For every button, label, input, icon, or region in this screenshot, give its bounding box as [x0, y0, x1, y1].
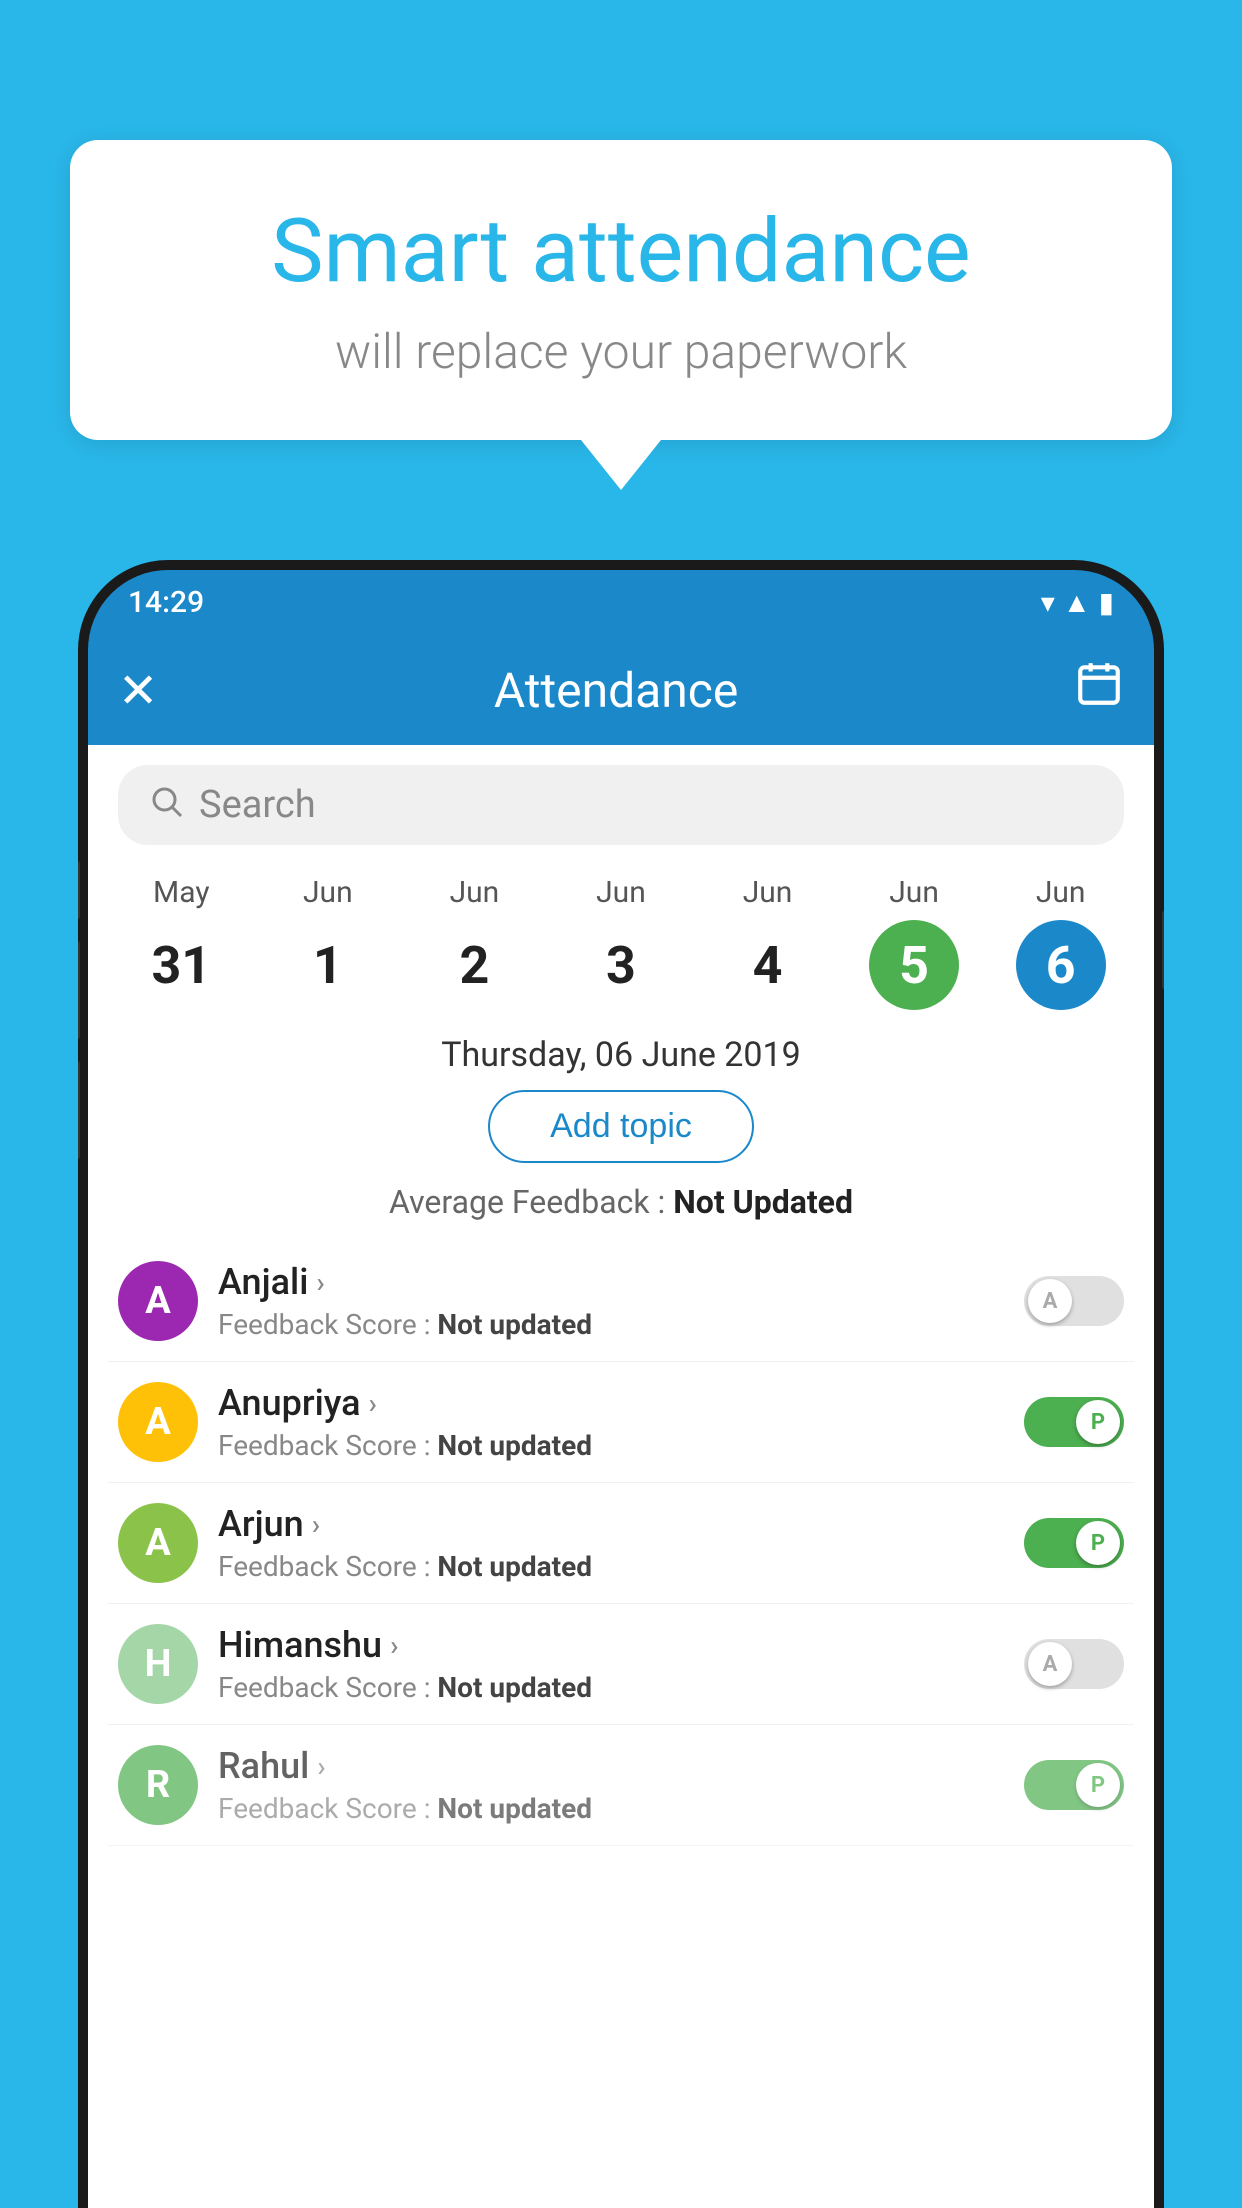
- calendar-icon[interactable]: [1074, 659, 1124, 721]
- student-name-text: Anupriya: [218, 1382, 361, 1424]
- calendar-day[interactable]: May31: [136, 875, 226, 1010]
- feedback-value: Not updated: [437, 1308, 592, 1341]
- student-info: Himanshu › Feedback Score : Not updated: [218, 1624, 1004, 1704]
- search-icon: [148, 783, 184, 828]
- add-topic-button[interactable]: Add topic: [488, 1090, 754, 1163]
- speech-bubble-subtitle: will replace your paperwork: [150, 323, 1092, 380]
- calendar-day[interactable]: Jun6: [1016, 875, 1106, 1010]
- battery-icon: ▮: [1099, 586, 1114, 619]
- speech-bubble-container: Smart attendance will replace your paper…: [70, 140, 1172, 490]
- feedback-label: Feedback Score :: [218, 1792, 437, 1825]
- chevron-icon: ›: [317, 1750, 325, 1783]
- search-bar[interactable]: Search: [118, 765, 1124, 845]
- student-name-text: Rahul: [218, 1745, 309, 1787]
- student-item: A Anjali › Feedback Score : Not updated A: [108, 1241, 1134, 1362]
- student-name-text: Arjun: [218, 1503, 304, 1545]
- student-info: Anjali › Feedback Score : Not updated: [218, 1261, 1004, 1341]
- student-item: A Anupriya › Feedback Score : Not updated P: [108, 1362, 1134, 1483]
- feedback-label: Feedback Score :: [218, 1671, 437, 1704]
- avg-feedback: Average Feedback : Not Updated: [88, 1183, 1154, 1221]
- chevron-icon: ›: [312, 1508, 320, 1541]
- feedback-value: Not updated: [437, 1550, 592, 1583]
- avatar: A: [118, 1382, 198, 1462]
- avatar: R: [118, 1745, 198, 1825]
- chevron-icon: ›: [369, 1387, 377, 1420]
- calendar-day[interactable]: Jun3: [576, 875, 666, 1010]
- search-placeholder: Search: [199, 783, 316, 827]
- app-bar-title: Attendance: [494, 662, 739, 719]
- status-time: 14:29: [128, 585, 204, 620]
- speech-bubble: Smart attendance will replace your paper…: [70, 140, 1172, 440]
- side-button-right: [1162, 910, 1164, 990]
- student-item: H Himanshu › Feedback Score : Not updated A: [108, 1604, 1134, 1725]
- student-name-text: Anjali: [218, 1261, 308, 1303]
- feedback-value: Not updated: [437, 1792, 592, 1825]
- phone-frame: 14:29 ▾ ▲ ▮ ✕ Attendance: [78, 560, 1164, 2208]
- calendar-day[interactable]: Jun2: [429, 875, 519, 1010]
- student-item: R Rahul › Feedback Score : Not updated P: [108, 1725, 1134, 1846]
- selected-date-label: Thursday, 06 June 2019: [88, 1010, 1154, 1090]
- chevron-icon: ›: [390, 1629, 398, 1662]
- side-button-left-2: [78, 940, 80, 1040]
- side-button-left-3: [78, 1060, 80, 1160]
- avatar: A: [118, 1503, 198, 1583]
- avg-feedback-value: Not Updated: [673, 1183, 853, 1221]
- attendance-toggle[interactable]: P: [1024, 1397, 1124, 1447]
- calendar-day[interactable]: Jun1: [283, 875, 373, 1010]
- feedback-label: Feedback Score :: [218, 1550, 437, 1583]
- speech-bubble-title: Smart attendance: [150, 200, 1092, 303]
- screen-content: Search May31 Jun1 Jun2 Jun3 Jun4 Jun5 Jun6 Thu…: [88, 745, 1154, 2208]
- speech-bubble-arrow: [581, 440, 661, 490]
- student-list: AAnjali ›Feedback Score : Not updatedAAA…: [88, 1241, 1154, 1846]
- phone-inner: 14:29 ▾ ▲ ▮ ✕ Attendance: [88, 570, 1154, 2208]
- student-info: Arjun › Feedback Score : Not updated: [218, 1503, 1004, 1583]
- calendar-day[interactable]: Jun5: [869, 875, 959, 1010]
- app-bar: ✕ Attendance: [88, 635, 1154, 745]
- wifi-icon: ▾: [1041, 586, 1055, 619]
- calendar-strip: May31 Jun1 Jun2 Jun3 Jun4 Jun5 Jun6: [88, 865, 1154, 1010]
- attendance-toggle[interactable]: P: [1024, 1518, 1124, 1568]
- signal-icon: ▲: [1063, 586, 1091, 619]
- attendance-toggle[interactable]: P: [1024, 1760, 1124, 1810]
- feedback-label: Feedback Score :: [218, 1429, 437, 1462]
- avatar: H: [118, 1624, 198, 1704]
- attendance-toggle[interactable]: A: [1024, 1276, 1124, 1326]
- student-info: Anupriya › Feedback Score : Not updated: [218, 1382, 1004, 1462]
- feedback-value: Not updated: [437, 1429, 592, 1462]
- student-item: A Arjun › Feedback Score : Not updated P: [108, 1483, 1134, 1604]
- calendar-day[interactable]: Jun4: [723, 875, 813, 1010]
- status-icons: ▾ ▲ ▮: [1041, 586, 1114, 619]
- avg-feedback-label: Average Feedback :: [389, 1183, 673, 1221]
- close-icon[interactable]: ✕: [118, 662, 158, 719]
- feedback-value: Not updated: [437, 1671, 592, 1704]
- chevron-icon: ›: [316, 1266, 324, 1299]
- status-bar: 14:29 ▾ ▲ ▮: [88, 570, 1154, 635]
- student-name-text: Himanshu: [218, 1624, 382, 1666]
- feedback-label: Feedback Score :: [218, 1308, 437, 1341]
- avatar: A: [118, 1261, 198, 1341]
- side-button-left-1: [78, 860, 80, 920]
- attendance-toggle[interactable]: A: [1024, 1639, 1124, 1689]
- student-info: Rahul › Feedback Score : Not updated: [218, 1745, 1004, 1825]
